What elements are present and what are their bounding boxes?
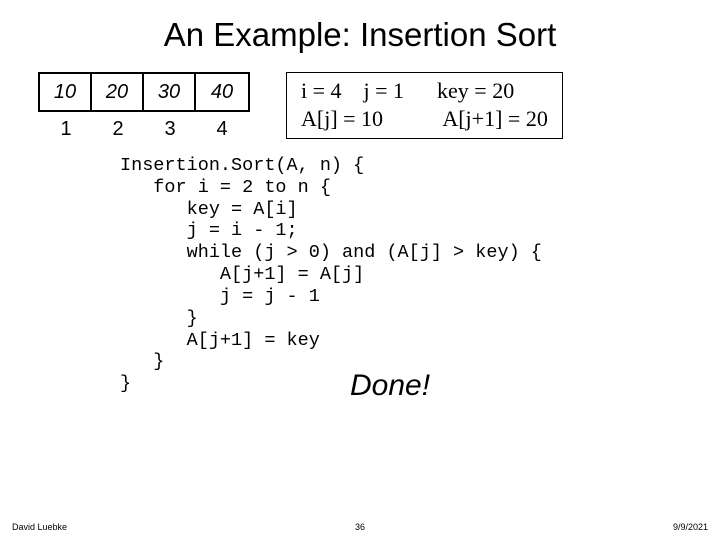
array-cell: 20 [92,74,144,110]
array-cell: 30 [144,74,196,110]
array-index: 4 [196,118,248,141]
array-cell: 40 [196,74,248,110]
array-block: 10 20 30 40 1 2 3 4 [38,72,250,141]
page-title: An Example: Insertion Sort [30,16,690,54]
array-cell: 10 [40,74,92,110]
footer: David Luebke 36 9/9/2021 [12,522,708,532]
array-index: 3 [144,118,196,141]
state-box: i = 4 j = 1 key = 20 A[j] = 10 A[j+1] = … [286,72,563,139]
array-cells: 10 20 30 40 [38,72,250,112]
array-indices: 1 2 3 4 [40,118,248,141]
done-label: Done! [350,369,690,403]
top-row: 10 20 30 40 1 2 3 4 i = 4 j = 1 key = 20… [38,72,690,141]
state-line-2: A[j] = 10 A[j+1] = 20 [301,105,548,133]
array-index: 1 [40,118,92,141]
array-index: 2 [92,118,144,141]
footer-page: 36 [12,522,708,532]
state-line-1: i = 4 j = 1 key = 20 [301,77,548,105]
code-block: Insertion.Sort(A, n) { for i = 2 to n { … [120,155,690,395]
